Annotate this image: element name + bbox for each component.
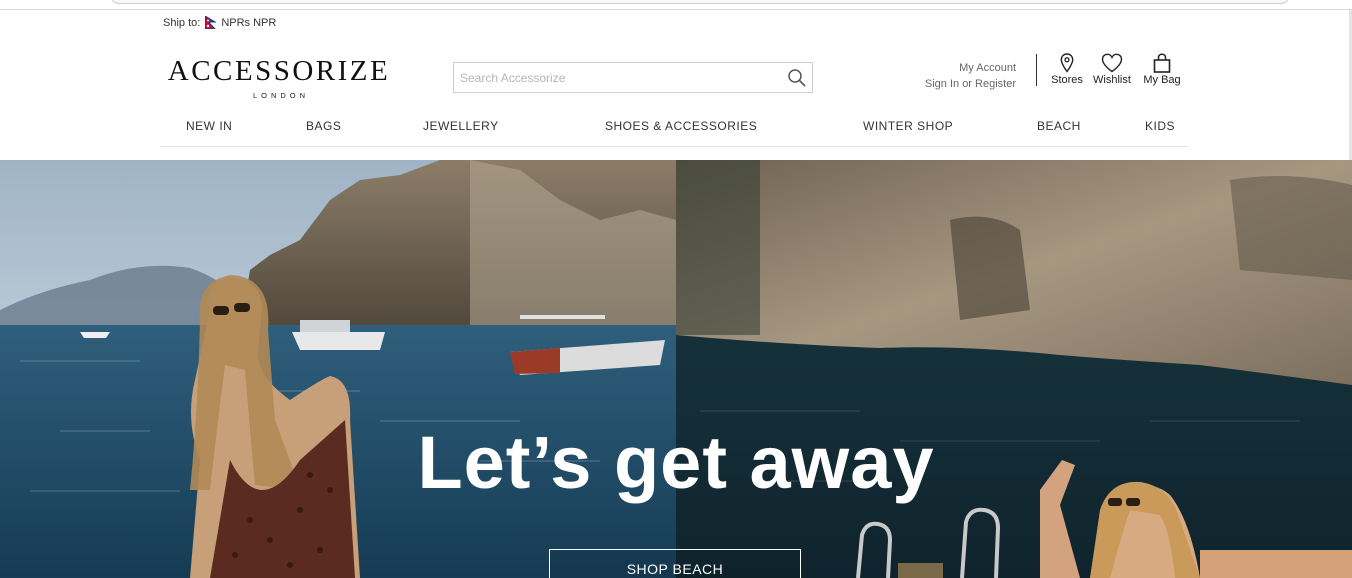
location-pin-icon — [1060, 52, 1074, 74]
nepal-flag-icon — [205, 16, 217, 29]
hero-headline: Let’s get away — [417, 421, 935, 504]
hero-image — [0, 160, 1352, 578]
nav-item-kids[interactable]: KIDS — [1145, 119, 1175, 133]
shopping-bag-icon — [1153, 52, 1171, 74]
wishlist-link[interactable]: Wishlist — [1092, 52, 1132, 86]
bag-label: My Bag — [1143, 74, 1181, 86]
stores-label: Stores — [1051, 74, 1083, 86]
ship-to-selector[interactable]: Ship to: NPRs NPR — [163, 16, 276, 29]
ship-to-label: Ship to: — [163, 16, 201, 29]
logo-wordmark: ACCESSORIZE — [167, 55, 391, 87]
nav-item-winter-shop[interactable]: WINTER SHOP — [863, 119, 953, 133]
nav-item-beach[interactable]: BEACH — [1037, 119, 1081, 133]
hero-banner[interactable]: Let’s get away — [0, 160, 1352, 578]
nav-item-new-in[interactable]: NEW IN — [186, 119, 232, 133]
search-icon[interactable] — [786, 67, 808, 89]
currency-label: NPRs NPR — [221, 16, 277, 29]
sign-in-register-link[interactable]: Sign In or Register — [920, 76, 1016, 92]
main-navigation: NEW IN BAGS JEWELLERY SHOES & ACCESSORIE… — [160, 118, 1188, 147]
nav-item-jewellery[interactable]: JEWELLERY — [423, 119, 499, 133]
wishlist-label: Wishlist — [1093, 74, 1131, 86]
stores-link[interactable]: Stores — [1051, 52, 1083, 86]
my-account-link[interactable]: My Account — [920, 60, 1016, 76]
address-bar[interactable] — [110, 0, 1290, 4]
account-block: My Account Sign In or Register — [920, 60, 1016, 92]
bag-link[interactable]: My Bag — [1142, 52, 1182, 86]
hero-headline-wrap: Let’s get away — [0, 420, 1352, 505]
shop-beach-button[interactable]: SHOP BEACH — [549, 549, 801, 578]
site-logo[interactable]: ACCESSORIZE LONDON — [163, 55, 395, 100]
search-box — [453, 62, 813, 93]
heart-icon — [1101, 52, 1123, 74]
search-input[interactable] — [454, 63, 774, 92]
nav-item-bags[interactable]: BAGS — [306, 119, 341, 133]
browser-address-bar-edge — [0, 0, 1352, 10]
logo-subtitle: LONDON — [252, 91, 310, 100]
nav-item-shoes-accessories[interactable]: SHOES & ACCESSORIES — [605, 119, 757, 133]
header-divider — [1036, 54, 1037, 86]
